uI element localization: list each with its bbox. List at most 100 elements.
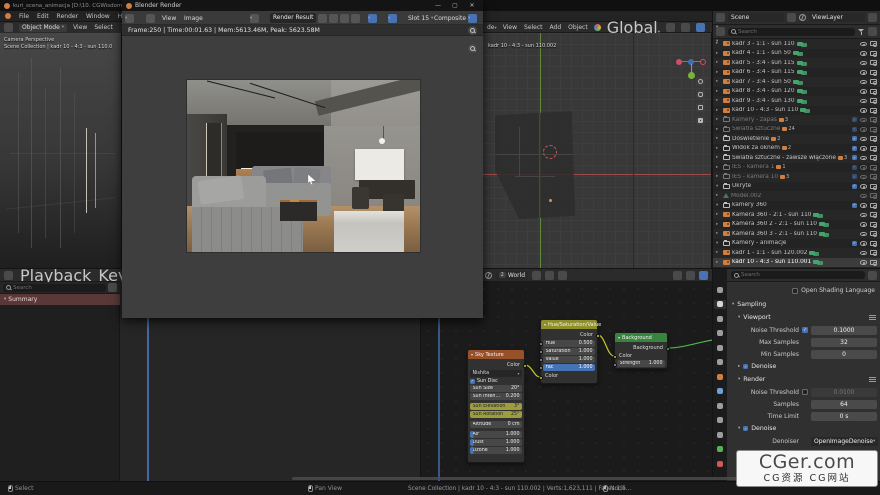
render-visibility-icon[interactable] xyxy=(870,250,877,255)
collection-checkbox[interactable]: ✓ xyxy=(852,117,857,122)
node-sky-texture[interactable]: Sky Texture Color Nishita ✓Sun Disc Sun … xyxy=(467,349,525,463)
overlays-icon[interactable] xyxy=(696,23,705,32)
socket-color-in[interactable] xyxy=(613,355,617,359)
disclosure-arrow-icon[interactable] xyxy=(716,117,721,122)
new-datablock-icon[interactable] xyxy=(545,271,554,280)
summary-channel[interactable]: ▾ Summary xyxy=(0,294,120,305)
render-visibility-icon[interactable] xyxy=(870,146,877,151)
outliner-row[interactable]: IES - kamera 10 3 ✓ xyxy=(713,172,880,182)
display-channels-icon[interactable] xyxy=(368,14,377,23)
visibility-eye-icon[interactable] xyxy=(860,194,867,199)
node-field[interactable]: Sun Inten… 0.200 xyxy=(470,393,522,400)
image-thumb-icon[interactable] xyxy=(146,14,155,23)
filter-toggle-icon[interactable] xyxy=(108,283,117,292)
disclosure-arrow-icon[interactable] xyxy=(716,89,721,94)
zoom-icon[interactable] xyxy=(696,77,705,86)
render-visibility-icon[interactable] xyxy=(870,165,877,170)
disclosure-arrow-icon[interactable] xyxy=(716,60,721,65)
unlink-icon[interactable] xyxy=(787,13,796,22)
visibility-eye-icon[interactable] xyxy=(860,118,867,123)
snap-magnet-icon[interactable] xyxy=(666,23,675,32)
menu-item[interactable]: Window xyxy=(86,13,110,20)
visibility-eye-icon[interactable] xyxy=(860,184,867,189)
disclosure-arrow-icon[interactable] xyxy=(716,250,721,255)
viewport-3d-left[interactable]: Camera Perspective Scene Collection | ka… xyxy=(0,33,122,268)
ortho-grid-icon[interactable] xyxy=(696,116,705,125)
history-icon[interactable] xyxy=(329,14,338,23)
properties-search-input[interactable]: Search xyxy=(731,271,865,279)
collection-checkbox[interactable]: ✓ xyxy=(852,136,857,141)
property-checkbox[interactable] xyxy=(802,389,808,395)
channel-search-input[interactable]: Search xyxy=(3,284,106,292)
visibility-eye-icon[interactable] xyxy=(860,232,867,237)
disclosure-arrow-icon[interactable] xyxy=(716,70,721,75)
socket-value-in[interactable] xyxy=(539,358,543,362)
render-visibility-icon[interactable] xyxy=(870,60,877,65)
visibility-eye-icon[interactable] xyxy=(860,165,867,170)
node-field[interactable]: Value 1.000 xyxy=(543,356,595,363)
render-visibility-icon[interactable] xyxy=(870,41,877,46)
outliner-row[interactable]: kadr 4 - 1:1 - sun 50 ✓ xyxy=(713,49,880,59)
render-visibility-icon[interactable] xyxy=(870,241,877,246)
sun-disc-row[interactable]: ✓Sun Disc xyxy=(470,379,522,384)
render-pass-dropdown[interactable]: Composite xyxy=(434,13,470,23)
node-field[interactable]: Sun Rotation 25° xyxy=(470,411,522,418)
editor-type-icon[interactable] xyxy=(4,23,13,32)
osl-checkbox[interactable] xyxy=(792,288,798,294)
visibility-eye-icon[interactable] xyxy=(860,137,867,142)
socket-background-out[interactable] xyxy=(666,347,670,351)
channels-icon[interactable] xyxy=(468,14,477,23)
viewport-menu-item[interactable]: Add xyxy=(550,24,562,31)
menu-item[interactable]: File xyxy=(19,13,29,20)
visibility-eye-icon[interactable] xyxy=(860,108,867,113)
outliner-row[interactable]: Kamera 360 - 2:1 - sun 110 ✓ xyxy=(713,210,880,220)
snap-icon[interactable] xyxy=(673,271,682,280)
render-visibility-icon[interactable] xyxy=(870,231,877,236)
disclosure-arrow-icon[interactable] xyxy=(716,98,721,103)
pan-hand-icon[interactable] xyxy=(696,90,705,99)
visibility-eye-icon[interactable] xyxy=(860,80,867,85)
render-visibility-icon[interactable] xyxy=(870,117,877,122)
close-button[interactable]: ✕ xyxy=(465,2,479,9)
render-visibility-icon[interactable] xyxy=(870,222,877,227)
property-row[interactable]: Time Limit 0 s xyxy=(731,410,877,422)
outliner-row[interactable]: kadr 7 - 3:4 - sun 50 ✓ xyxy=(713,77,880,87)
disclosure-arrow-icon[interactable] xyxy=(716,231,721,236)
outliner-row[interactable]: kadr 6 - 3:4 - sun 115 ✓ xyxy=(713,68,880,78)
socket-color-out[interactable] xyxy=(596,334,600,338)
render-visibility-icon[interactable] xyxy=(870,127,877,132)
tab-material[interactable] xyxy=(714,459,726,468)
disclosure-arrow-icon[interactable] xyxy=(716,127,721,132)
socket-color-out[interactable] xyxy=(523,364,527,368)
menu-item[interactable]: Edit xyxy=(37,13,49,20)
collection-checkbox[interactable]: ✓ xyxy=(852,203,857,208)
outliner-row[interactable]: kadr 1 - 1:1 - sun 120.002 ✓ xyxy=(713,248,880,258)
editor-type-icon[interactable] xyxy=(125,14,134,23)
minimize-button[interactable]: — xyxy=(431,2,445,9)
outliner-row[interactable]: Światła sztuczne - zawsze włączone 3 ✓ xyxy=(713,153,880,163)
property-row[interactable]: Noise Threshold ✓ 0.1000 xyxy=(731,324,877,336)
render-visibility-icon[interactable] xyxy=(870,89,877,94)
tab-modifiers[interactable] xyxy=(714,387,726,396)
tab-view-layer[interactable] xyxy=(714,329,726,338)
outliner-row[interactable]: Kamera 360 3 - 2:1 - sun 110 ✓ xyxy=(713,229,880,239)
disclosure-arrow-icon[interactable] xyxy=(716,136,721,141)
property-row[interactable]: Samples 64 xyxy=(731,398,877,410)
object-mode-dropdown[interactable]: Object Mode xyxy=(19,24,67,32)
disclosure-arrow-icon[interactable] xyxy=(716,41,721,46)
property-row[interactable]: Min Samples ✓ 0 xyxy=(731,348,877,360)
maximize-button[interactable]: ▢ xyxy=(448,2,462,9)
outliner-row[interactable]: Kamera 360 2 - 2:1 - sun 110 ✓ xyxy=(713,220,880,230)
outliner-row[interactable]: Kamery - animacje ✓ xyxy=(713,239,880,249)
property-row[interactable]: Noise Threshold 0.0100 xyxy=(731,386,877,398)
scene-selector[interactable]: Scene xyxy=(728,13,784,22)
property-checkbox[interactable]: ✓ xyxy=(802,327,808,333)
shield-fake-user-icon[interactable] xyxy=(532,271,541,280)
outliner-row[interactable]: kadr 9 - 3:4 - sun 130 ✓ xyxy=(713,96,880,106)
slot-dropdown[interactable]: Slot 15 xyxy=(408,13,433,23)
outliner-search-input[interactable]: Search xyxy=(728,28,855,36)
unlink-icon[interactable] xyxy=(351,14,360,23)
collection-checkbox[interactable]: ✓ xyxy=(852,165,857,170)
denoise-render-header[interactable]: ▾✓Denoise xyxy=(731,422,877,435)
node-field[interactable]: Hue 0.500 xyxy=(543,340,595,347)
